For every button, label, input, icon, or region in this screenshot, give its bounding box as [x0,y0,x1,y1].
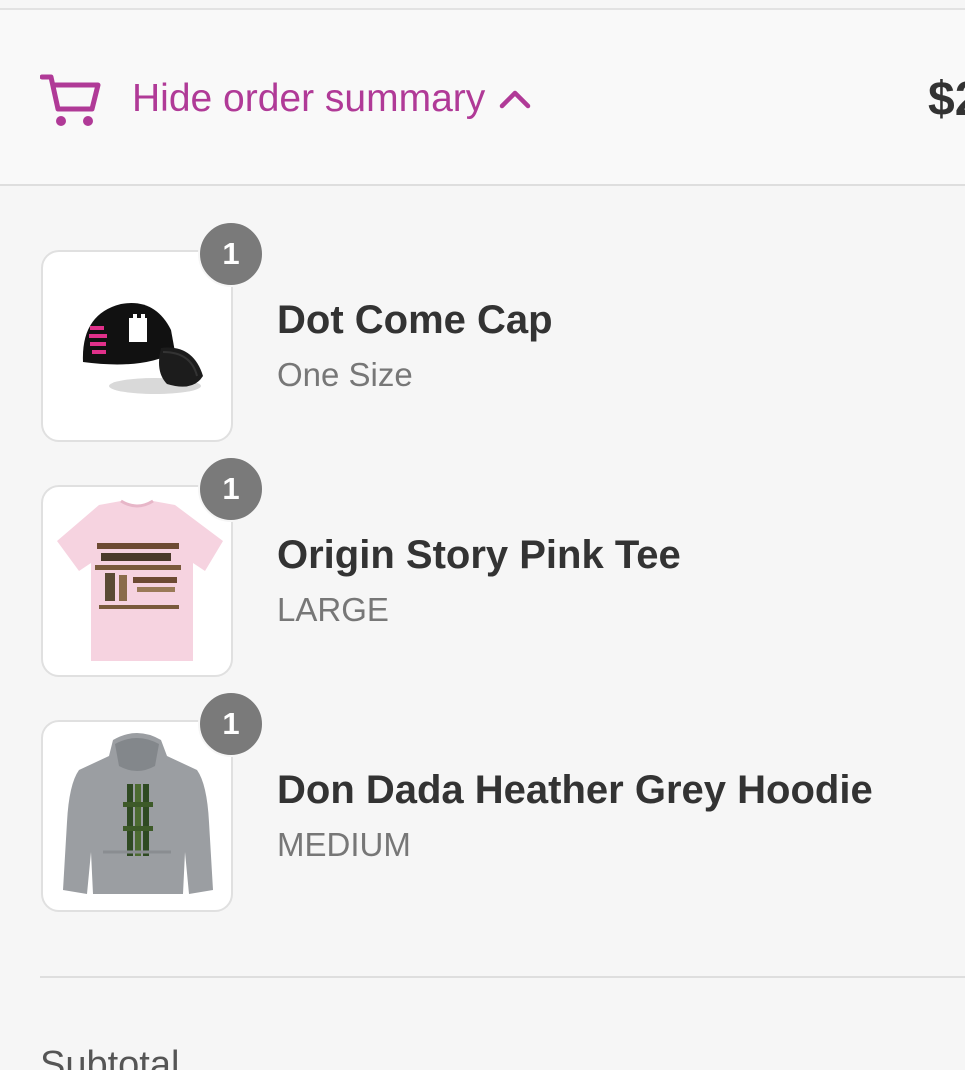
hide-order-summary-label: Hide order summary [132,77,486,120]
shopping-cart-icon [40,74,101,126]
product-variant: MEDIUM [277,826,411,863]
quantity-badge: 1 [198,221,264,287]
order-summary-bar: Hide order summary $2 [0,10,965,186]
line-item: 1 Origin Story Pink Tee LARGE [0,421,965,677]
order-total: $2 [928,73,965,126]
product-variant: LARGE [277,591,389,628]
hide-order-summary-toggle[interactable]: Hide order summary [40,64,531,134]
product-name: Don Dada Heather Grey Hoodie [277,768,873,812]
hoodie-image [63,733,213,894]
product-variant: One Size [277,356,413,393]
line-item: 1 Dot Come Cap One Size [0,186,965,442]
product-name: Dot Come Cap [277,298,553,342]
cap-image [82,303,203,394]
product-thumbnail-wrapper: 1 [41,221,264,442]
items-divider [40,976,965,978]
quantity-badge: 1 [198,691,264,757]
checkout-page: Hide order summary $2 [0,0,965,1070]
product-name: Origin Story Pink Tee [277,533,681,577]
product-image-hoodie [41,720,233,912]
quantity-badge: 1 [198,456,264,522]
product-image-tee [41,485,233,677]
subtotal-label: Subtotal [40,1044,180,1070]
product-image-cap [41,250,233,442]
tee-image [57,499,223,661]
line-item: 1 Don Dada Heather Grey Hoodie MEDIUM [0,656,965,912]
chevron-up-icon [500,90,531,109]
product-thumbnail-wrapper: 1 [41,691,264,912]
product-thumbnail-wrapper: 1 [41,456,264,677]
